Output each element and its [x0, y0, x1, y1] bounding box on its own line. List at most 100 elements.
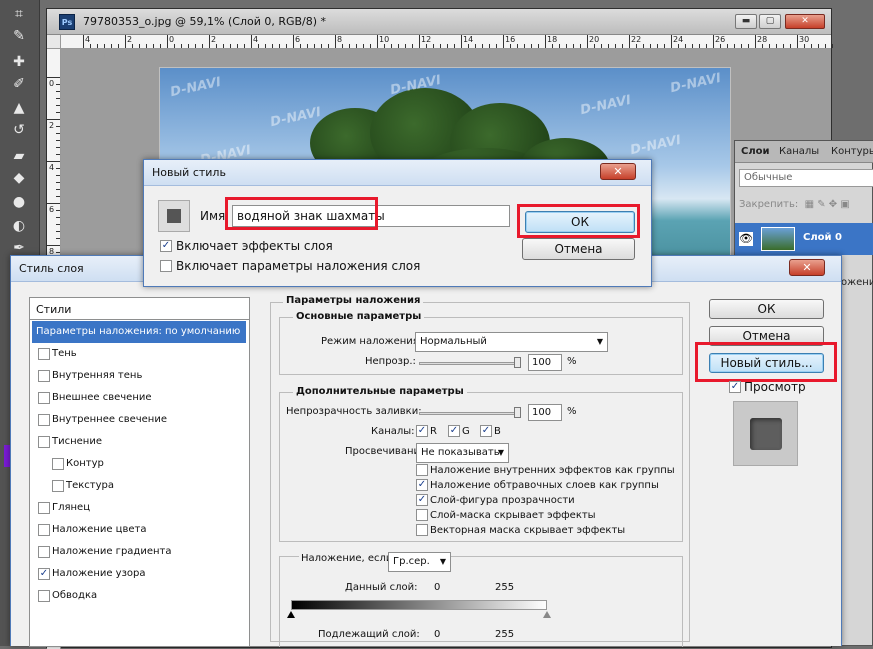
tab-channels[interactable]: Каналы — [779, 146, 819, 157]
channel-g-checkbox[interactable]: ✓ — [448, 425, 460, 437]
watermark-text: D-NAVI — [669, 70, 723, 97]
opacity-input[interactable]: 100 — [528, 354, 562, 371]
advanced-option-checkbox[interactable] — [416, 464, 428, 476]
style-item-checkbox[interactable] — [38, 502, 50, 514]
new-style-title: Новый стиль — [152, 166, 226, 179]
ok-button[interactable]: ОК — [709, 299, 824, 319]
style-item-label: Параметры наложения: по умолчанию — [36, 326, 241, 337]
style-item[interactable]: Тиснение — [32, 431, 246, 453]
include-effects-checkbox[interactable]: ✓ — [160, 240, 172, 252]
style-item[interactable]: Параметры наложения: по умолчанию — [32, 321, 246, 343]
highlight-frame — [695, 342, 837, 382]
eraser-icon[interactable]: ▰ — [7, 146, 31, 166]
crop-icon[interactable]: ⌗ — [7, 4, 31, 24]
new-style-close-button[interactable]: ✕ — [600, 163, 636, 180]
advanced-option-checkbox[interactable] — [416, 524, 428, 536]
ruler-top-number: 16 — [505, 35, 516, 44]
layer-thumbnail — [761, 227, 795, 251]
layer-style-close-button[interactable]: ✕ — [789, 259, 825, 276]
style-item[interactable]: ✓ Наложение узора — [32, 563, 246, 585]
include-blending-checkbox[interactable] — [160, 260, 172, 272]
paint-bucket-icon[interactable]: ◆ — [7, 168, 31, 188]
blend-if-label: Наложение, если: — [299, 553, 398, 564]
fill-opacity-slider[interactable] — [419, 412, 521, 415]
layer-row[interactable]: 👁 Слой 0 — [735, 223, 873, 255]
style-item-checkbox[interactable] — [38, 436, 50, 448]
style-item-checkbox[interactable] — [38, 590, 50, 602]
tab-paths[interactable]: Контуры — [831, 146, 873, 157]
blend-if-select[interactable]: Гр.сер. — [388, 552, 451, 572]
style-item[interactable]: Обводка — [32, 585, 246, 607]
style-item[interactable]: Наложение цвета — [32, 519, 246, 541]
minimize-button[interactable]: ▬ — [735, 14, 757, 29]
style-item-label: Глянец — [52, 502, 91, 513]
this-layer-white-handle[interactable] — [543, 611, 551, 618]
ruler-top-number: 10 — [379, 35, 390, 44]
clone-stamp-icon[interactable]: ▲ — [7, 98, 31, 118]
style-item[interactable]: Внутренняя тень — [32, 365, 246, 387]
opacity-slider-thumb[interactable] — [514, 357, 521, 368]
style-item-checkbox[interactable] — [38, 524, 50, 536]
include-blending-label: Включает параметры наложения слоя — [176, 259, 421, 273]
style-item-checkbox[interactable] — [52, 480, 64, 492]
style-item[interactable]: Внешнее свечение — [32, 387, 246, 409]
channel-r-checkbox[interactable]: ✓ — [416, 425, 428, 437]
ruler-origin[interactable] — [47, 35, 61, 49]
this-layer-black-handle[interactable] — [287, 611, 295, 618]
blur-icon[interactable]: ● — [7, 192, 31, 212]
style-item-checkbox[interactable] — [52, 458, 64, 470]
preview-checkbox[interactable]: ✓ — [729, 381, 741, 393]
style-item-checkbox[interactable]: ✓ — [38, 568, 50, 580]
style-item[interactable]: Внутреннее свечение — [32, 409, 246, 431]
layer-style-dialog: Стиль слоя ✕ Стили Параметры наложения: … — [10, 255, 842, 647]
advanced-option-checkbox[interactable]: ✓ — [416, 479, 428, 491]
style-item[interactable]: Наложение градиента — [32, 541, 246, 563]
fill-opacity-slider-thumb[interactable] — [514, 407, 521, 418]
ruler-top-number: 2 — [127, 35, 133, 44]
style-item[interactable]: Тень — [32, 343, 246, 365]
style-item[interactable]: Глянец — [32, 497, 246, 519]
new-style-titlebar[interactable]: Новый стиль ✕ — [144, 160, 651, 186]
styles-list: Стили Параметры наложения: по умолчанию Т… — [29, 297, 250, 647]
layer-blend-mode-select[interactable]: Обычные — [739, 169, 873, 187]
style-item-label: Внутреннее свечение — [52, 414, 167, 425]
fill-opacity-input[interactable]: 100 — [528, 404, 562, 421]
style-item-checkbox[interactable] — [38, 370, 50, 382]
advanced-option-label: Наложение обтравочных слоев как группы — [430, 480, 659, 491]
lock-label: Закрепить: — [739, 199, 799, 210]
eyedropper-icon[interactable]: ✎ — [7, 26, 31, 46]
close-window-button[interactable]: ✕ — [785, 14, 825, 29]
advanced-option-checkbox[interactable]: ✓ — [416, 494, 428, 506]
style-item-label: Внешнее свечение — [52, 392, 152, 403]
style-item[interactable]: Контур — [32, 453, 246, 475]
style-item-checkbox[interactable] — [38, 546, 50, 558]
new-style-cancel-button[interactable]: Отмена — [522, 238, 635, 260]
style-item-checkbox[interactable] — [38, 414, 50, 426]
photoshop-icon: Ps — [59, 14, 75, 30]
style-swatch-icon — [167, 209, 181, 223]
style-item-checkbox[interactable] — [38, 348, 50, 360]
maximize-button[interactable]: ▢ — [759, 14, 781, 29]
channel-r-label: R — [430, 426, 437, 437]
opacity-slider[interactable] — [419, 362, 521, 365]
lock-icons[interactable]: ▦ ✎ ✥ ▣ — [801, 199, 850, 210]
style-item-checkbox[interactable] — [38, 392, 50, 404]
ruler-top-number: 12 — [421, 35, 432, 44]
visibility-eye-icon[interactable]: 👁 — [739, 232, 753, 246]
brush-icon[interactable]: ✐ — [7, 74, 31, 94]
advanced-option-checkbox[interactable] — [416, 509, 428, 521]
advanced-option-label: Наложение внутренних эффектов как группы — [430, 465, 675, 476]
style-item[interactable]: Текстура — [32, 475, 246, 497]
style-swatch — [158, 200, 190, 232]
healing-brush-icon[interactable]: ✚ — [7, 52, 31, 72]
style-item-label: Тиснение — [52, 436, 102, 447]
document-titlebar[interactable]: Ps 79780353_o.jpg @ 59,1% (Слой 0, RGB/8… — [47, 9, 831, 35]
dodge-icon[interactable]: ◐ — [7, 216, 31, 236]
style-item-label: Внутренняя тень — [52, 370, 143, 381]
blend-mode-select[interactable]: Нормальный — [415, 332, 608, 352]
tab-layers[interactable]: Слои — [741, 146, 770, 157]
preview-label: Просмотр — [744, 380, 806, 394]
channel-b-checkbox[interactable]: ✓ — [480, 425, 492, 437]
knockout-select[interactable]: Не показывать — [416, 443, 509, 463]
history-brush-icon[interactable]: ↺ — [7, 120, 31, 140]
